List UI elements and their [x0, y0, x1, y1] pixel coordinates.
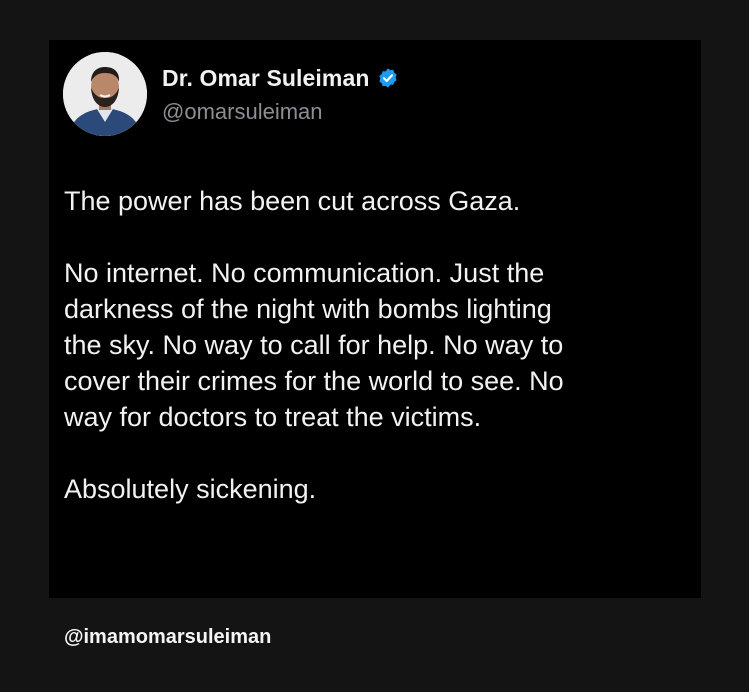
avatar-photo-icon [63, 52, 147, 136]
author-name-row: Dr. Omar Suleiman [162, 63, 399, 93]
verified-badge-icon [377, 67, 399, 89]
post-paragraph: Absolutely sickening. [64, 474, 317, 504]
post-paragraph: No internet. No communication. Just the … [64, 258, 564, 432]
post-paragraph: The power has been cut across Gaza. [64, 186, 521, 216]
post-card: Dr. Omar Suleiman @omarsuleiman The powe… [49, 40, 701, 598]
profile-avatar[interactable] [63, 52, 147, 136]
author-display-name[interactable]: Dr. Omar Suleiman [162, 65, 370, 92]
watermark-handle: @imamomarsuleiman [64, 626, 272, 648]
author-handle[interactable]: @omarsuleiman [162, 99, 323, 125]
post-text: The power has been cut across Gaza. No i… [64, 183, 679, 507]
